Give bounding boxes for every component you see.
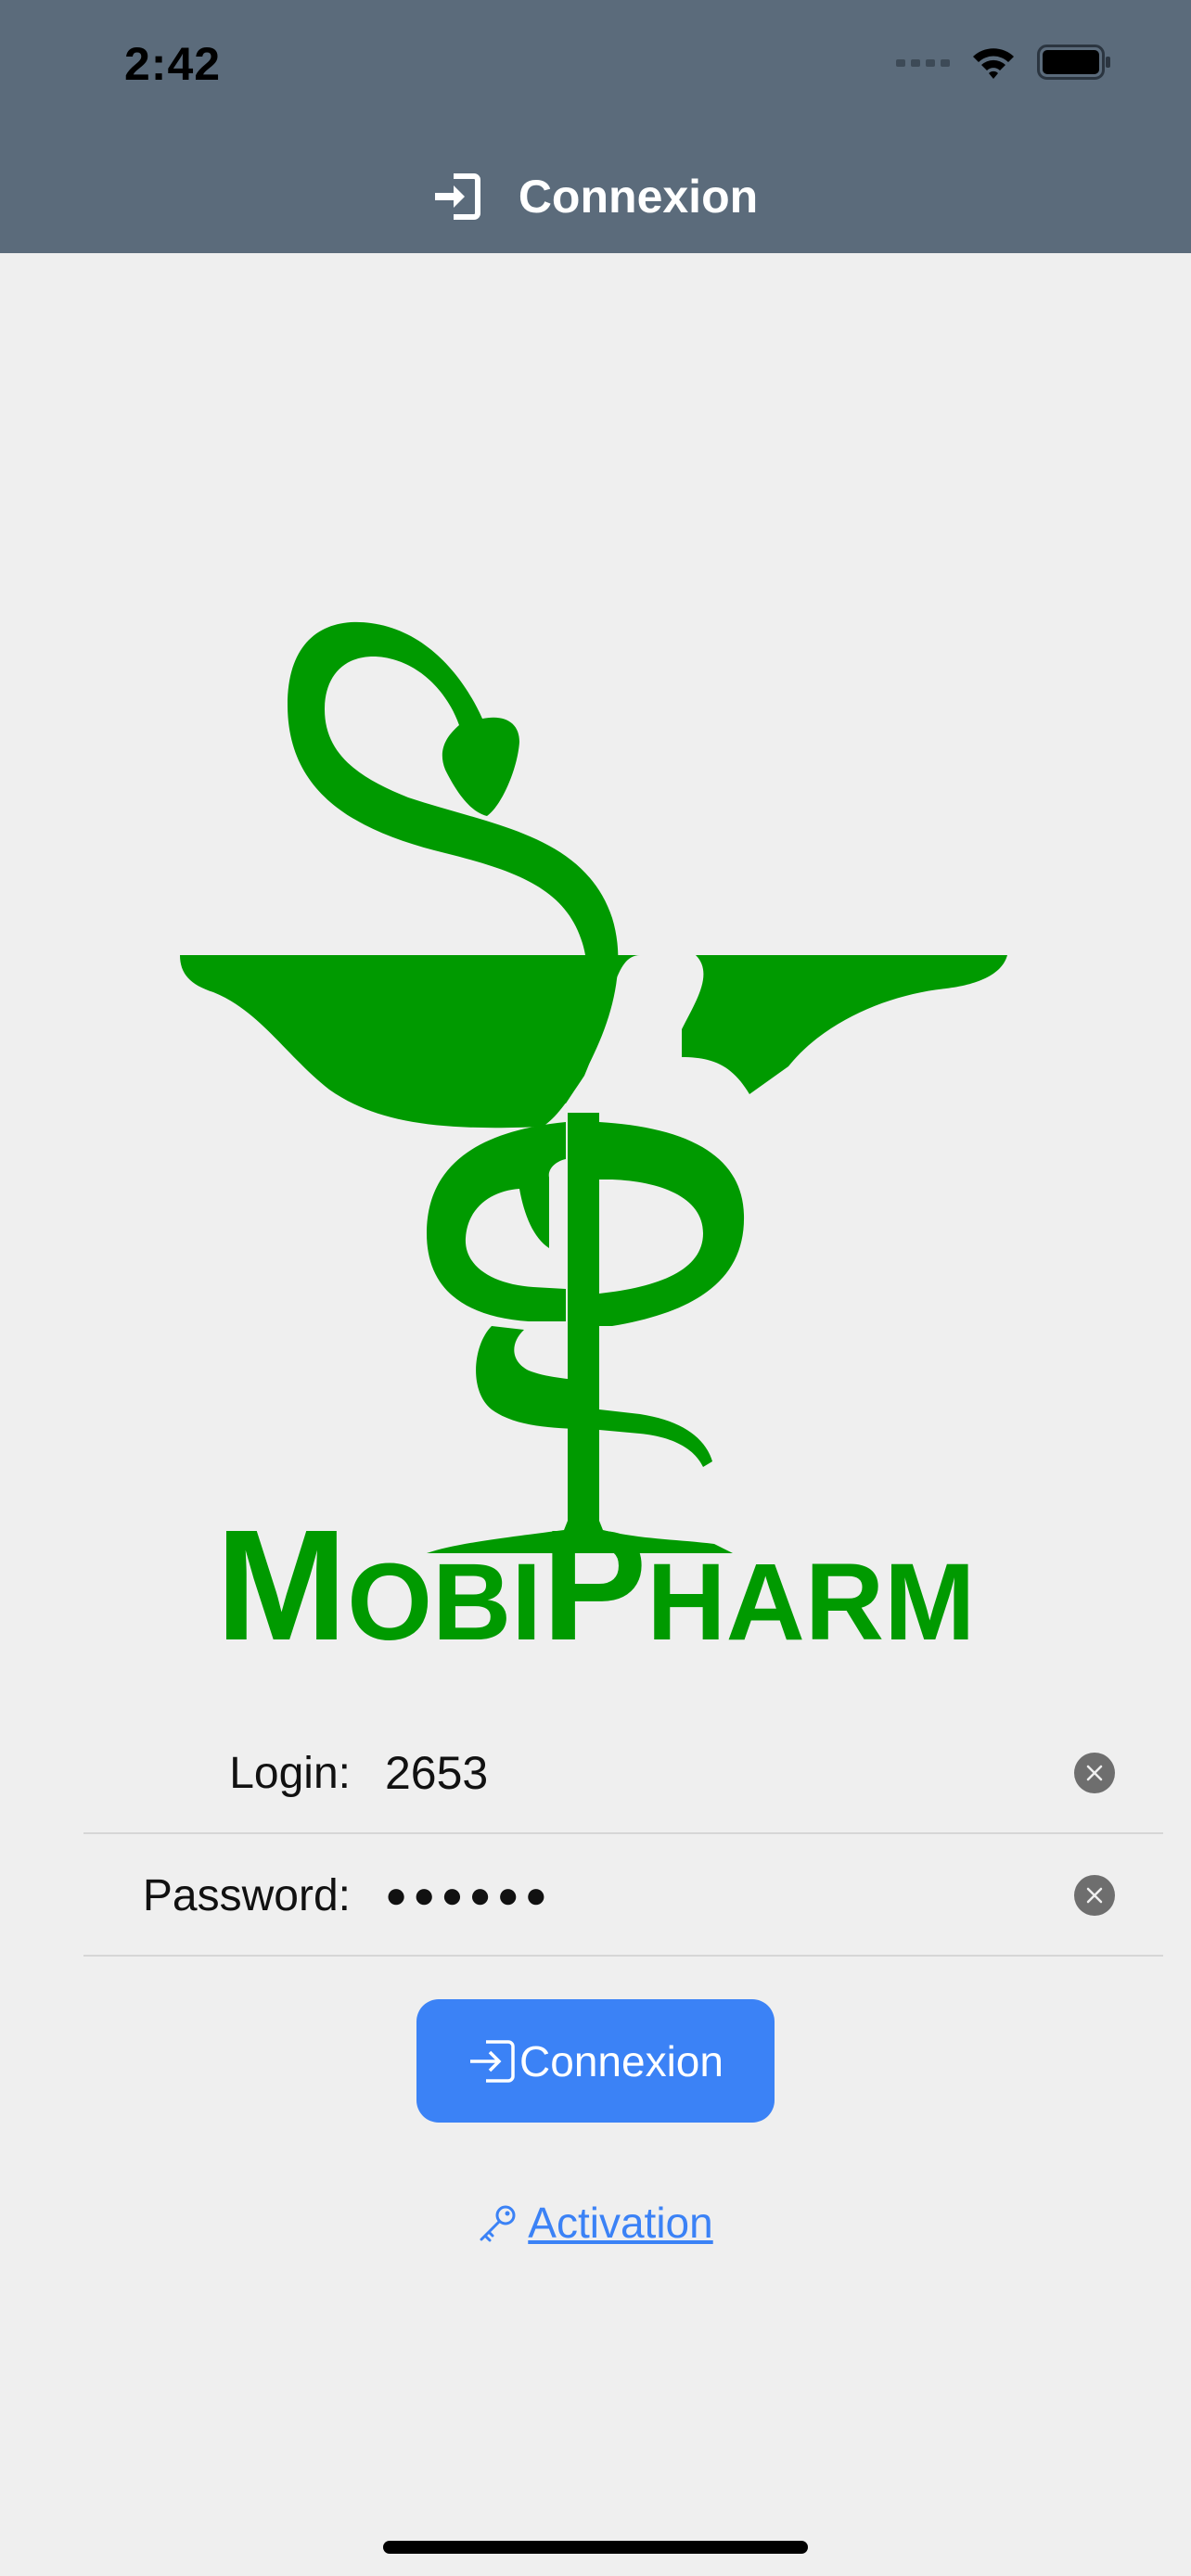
clear-icon (1086, 1765, 1103, 1781)
login-row: Login: 2653 (83, 1712, 1163, 1834)
login-clear-button[interactable] (1074, 1753, 1115, 1793)
clear-icon (1086, 1887, 1103, 1904)
status-time: 2:42 (124, 38, 222, 90)
page-title: Connexion (518, 170, 759, 223)
mobipharm-logo: MOBIPHARM (180, 621, 1007, 1651)
password-clear-button[interactable] (1074, 1875, 1115, 1916)
wifi-icon (973, 48, 1014, 79)
connexion-button-label: Connexion (519, 2036, 724, 2085)
activation-link-label: Activation (528, 2199, 713, 2247)
login-icon (434, 172, 480, 220)
password-row: Password: ●●●●●● (83, 1834, 1163, 1957)
status-bar: 2:42 (0, 0, 1191, 139)
login-input[interactable]: 2653 (385, 1712, 488, 1834)
password-input[interactable]: ●●●●●● (385, 1834, 553, 1957)
login-label: Login: (229, 1748, 351, 1798)
logo-text: MOBIPHARM (216, 1498, 976, 1651)
key-icon (480, 2205, 516, 2242)
home-indicator[interactable] (383, 2541, 808, 2554)
battery-icon (1037, 45, 1110, 80)
activation-link[interactable]: Activation (0, 2198, 1191, 2248)
status-icons (896, 45, 1111, 80)
signal-icon (896, 59, 950, 67)
nav-bar: Connexion (0, 139, 1191, 253)
login-icon (470, 2039, 515, 2083)
connexion-button[interactable]: Connexion (416, 1999, 775, 2123)
password-label: Password: (142, 1870, 351, 1920)
